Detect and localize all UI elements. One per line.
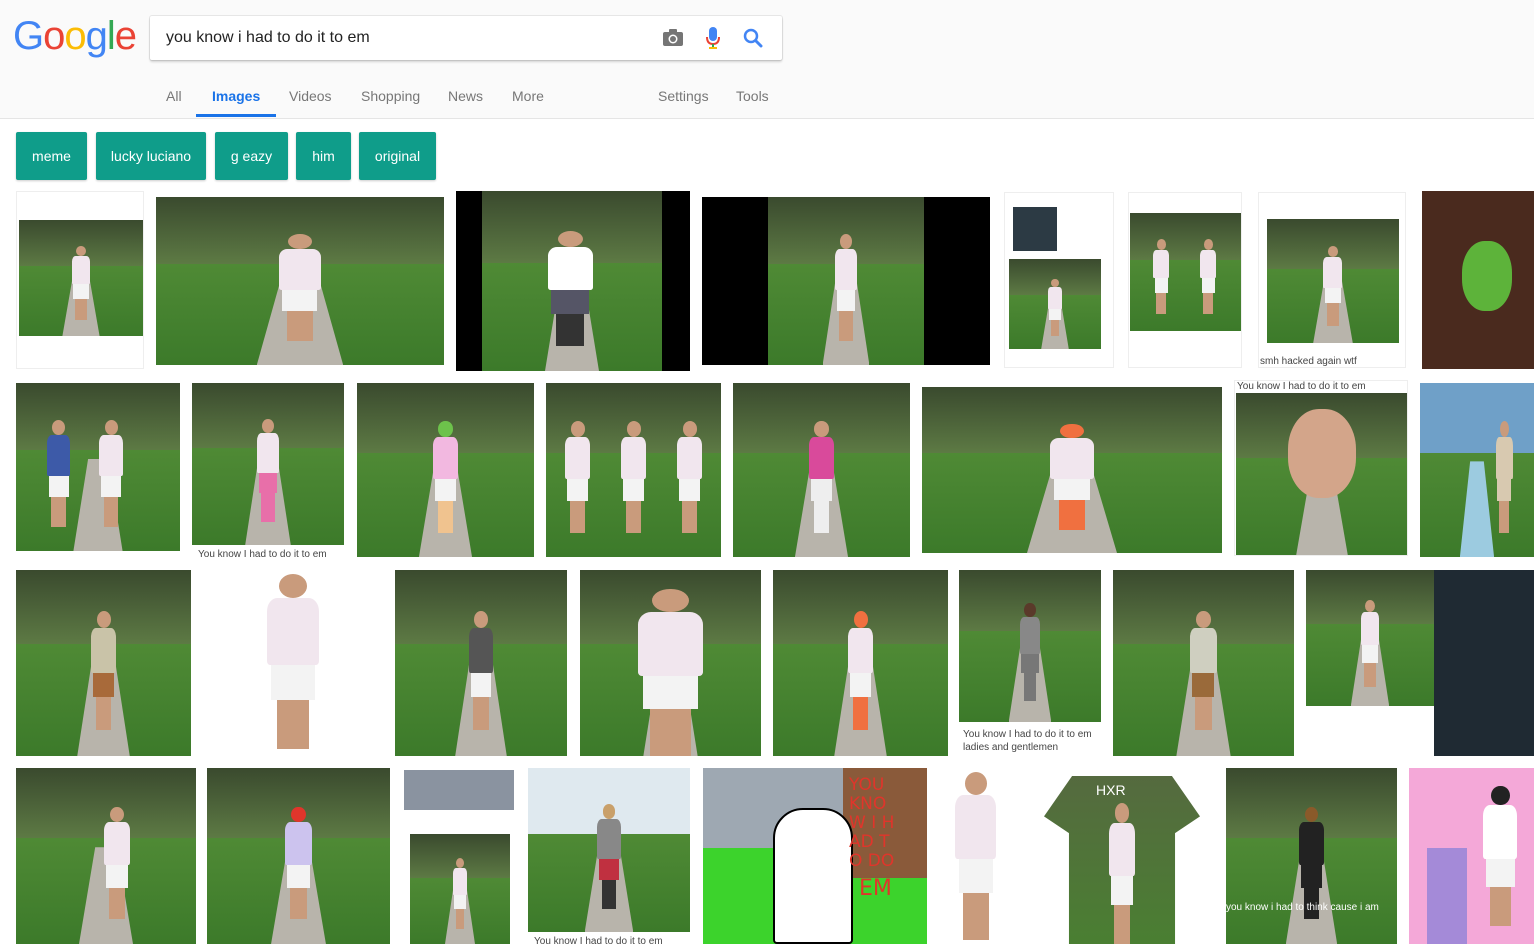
- image-result[interactable]: [395, 570, 567, 756]
- image-result[interactable]: [192, 383, 344, 545]
- image-result[interactable]: [402, 768, 516, 944]
- image-result[interactable]: [1409, 768, 1534, 944]
- art-text: YOU KNOW I HAD TO DO: [849, 775, 895, 871]
- image-result[interactable]: [702, 197, 990, 365]
- image-result[interactable]: [1128, 192, 1242, 368]
- image-result[interactable]: [733, 383, 910, 557]
- result-photo: [1267, 219, 1399, 343]
- art-path: [1427, 848, 1467, 944]
- result-caption: ladies and gentlemen: [963, 742, 1059, 753]
- result-caption: You know I had to do it to em: [534, 936, 663, 947]
- result-photo: [1009, 259, 1101, 349]
- result-photo: [1236, 393, 1407, 555]
- image-result[interactable]: smh hacked again wtf: [1258, 192, 1406, 368]
- image-result[interactable]: [1004, 192, 1114, 368]
- soldier-figure: [1434, 570, 1534, 756]
- result-thumb: [1013, 207, 1057, 251]
- image-result[interactable]: [1420, 383, 1534, 557]
- result-photo: [1306, 570, 1434, 706]
- result-caption: you know i had to think cause i am: [1226, 902, 1379, 913]
- result-caption: You know I had to do it to em: [1237, 381, 1366, 392]
- image-result[interactable]: [357, 383, 534, 557]
- image-result[interactable]: [580, 570, 761, 756]
- result-photo: [19, 220, 143, 336]
- image-result[interactable]: HXR: [1030, 768, 1214, 944]
- image-result[interactable]: [16, 768, 196, 944]
- result-caption: smh hacked again wtf: [1260, 356, 1357, 367]
- art-figure: [773, 808, 853, 944]
- result-caption: You know I had to do it to em: [198, 549, 327, 560]
- result-photo: [1130, 213, 1241, 331]
- image-result[interactable]: [203, 570, 383, 756]
- image-result[interactable]: [456, 191, 690, 371]
- result-photo: [482, 191, 662, 371]
- image-result[interactable]: [156, 197, 444, 365]
- image-result[interactable]: [546, 383, 721, 557]
- result-caption: You know I had to do it to em: [963, 729, 1092, 740]
- face-closeup: [1287, 409, 1357, 499]
- image-result[interactable]: [207, 768, 390, 944]
- art-text: EM: [859, 876, 892, 901]
- image-result[interactable]: [528, 768, 690, 932]
- image-result[interactable]: [1113, 570, 1294, 756]
- tshirt-text: HXR: [1096, 782, 1126, 798]
- image-result[interactable]: [1306, 570, 1534, 756]
- result-photo: [410, 834, 510, 944]
- image-result[interactable]: YOU KNOW I HAD TO DO EM: [703, 768, 927, 944]
- result-photo: [959, 570, 1101, 722]
- image-result[interactable]: you know i had to think cause i am: [1226, 768, 1397, 944]
- image-results-grid: smh hacked again wtf You know I had to d…: [0, 0, 1534, 947]
- image-result[interactable]: You know I had to do it to em: [1234, 380, 1408, 556]
- image-result[interactable]: [16, 191, 144, 369]
- image-result[interactable]: You know I had to do it to em ladies and…: [959, 570, 1101, 756]
- image-result[interactable]: [773, 570, 948, 756]
- image-result[interactable]: [1422, 191, 1534, 369]
- result-photo: [768, 197, 924, 365]
- mascot-figure: [1462, 241, 1512, 311]
- image-result[interactable]: [938, 768, 1014, 944]
- result-thumb: [404, 770, 514, 810]
- image-result[interactable]: [922, 387, 1222, 553]
- image-result[interactable]: [16, 383, 180, 551]
- image-result[interactable]: [16, 570, 191, 756]
